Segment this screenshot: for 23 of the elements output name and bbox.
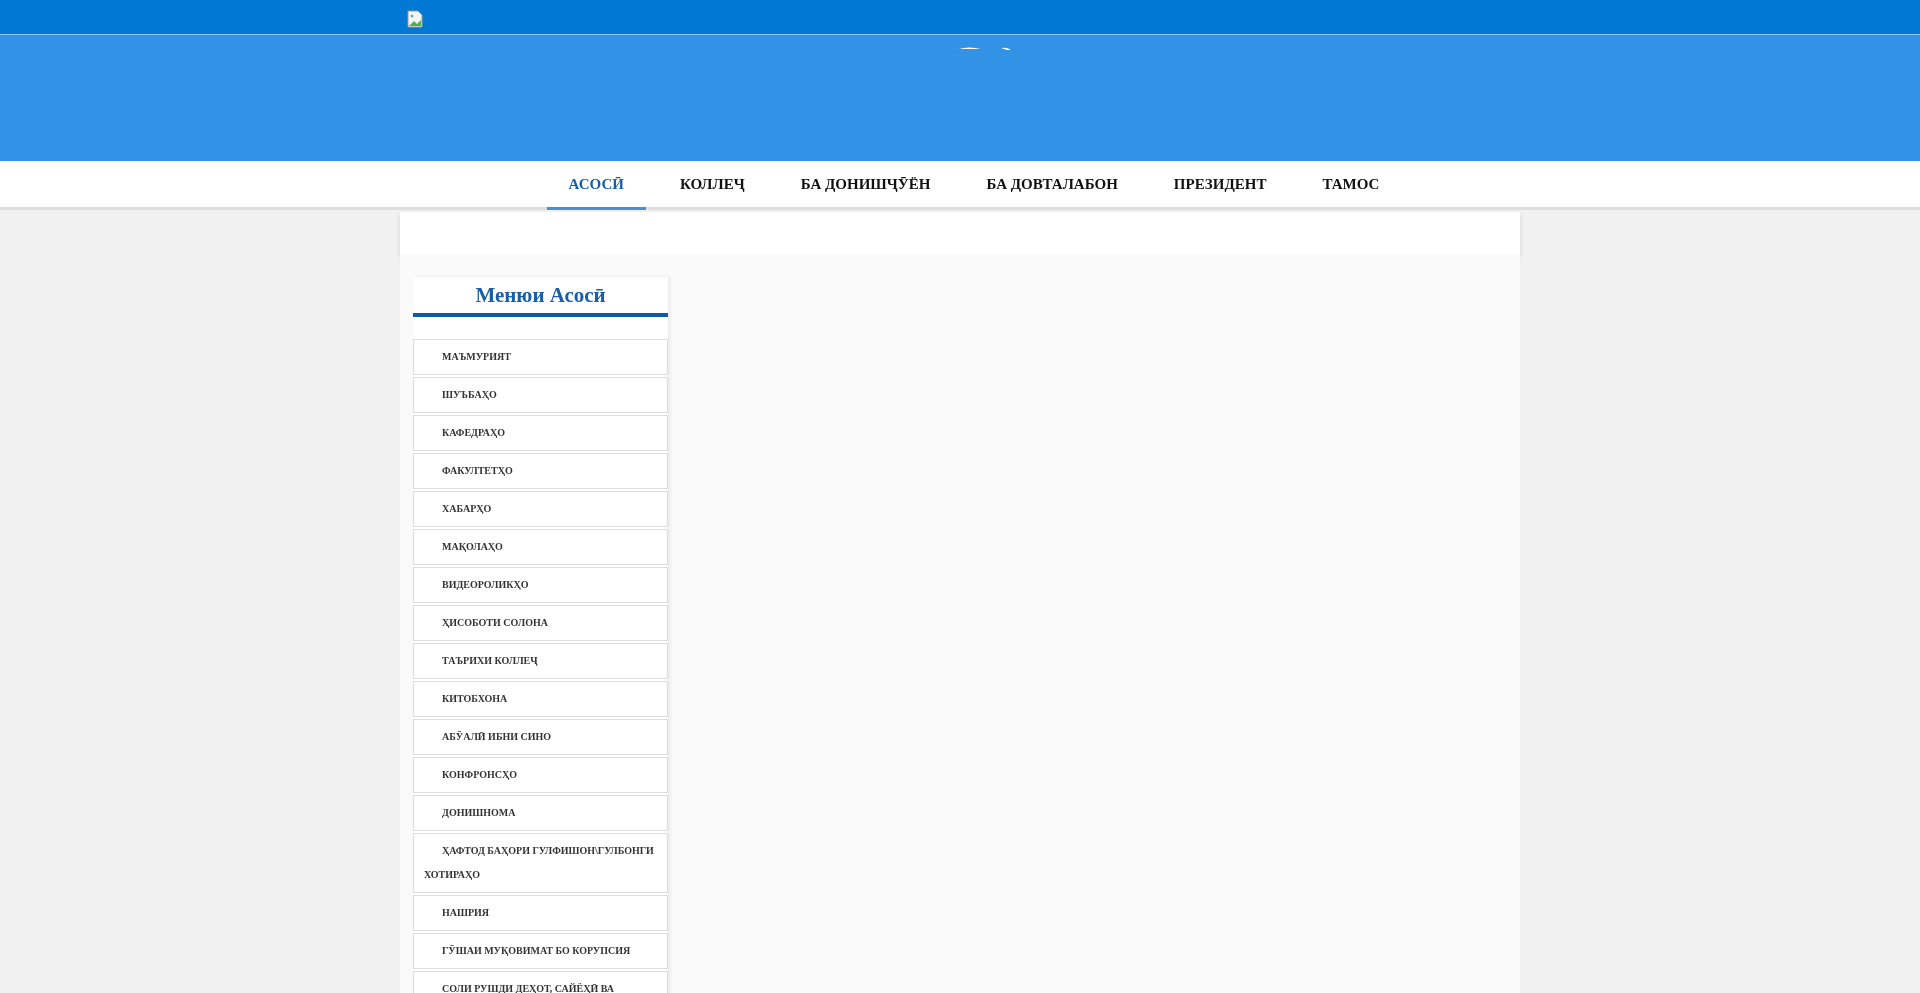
- sidebar-item[interactable]: НАШРИЯ: [413, 895, 668, 931]
- sidebar-item[interactable]: КИТОБХОНА: [413, 681, 668, 717]
- sidebar-item[interactable]: ВИДЕОРОЛИКҲО: [413, 567, 668, 603]
- sidebar-item[interactable]: МАҚОЛАҲО: [413, 529, 668, 565]
- nav-tab[interactable]: БА ДОНИШҶӮЁН: [778, 161, 953, 210]
- sidebar-item[interactable]: ДОНИШНОМА: [413, 795, 668, 831]
- sidebar-item[interactable]: ШУЪБАҲО: [413, 377, 668, 413]
- sidebar-title: Менюи Асосӣ: [413, 277, 668, 317]
- sidebar-item[interactable]: КОНФРОНСҲО: [413, 757, 668, 793]
- nav-tab[interactable]: КОЛЛЕҶ: [657, 161, 767, 210]
- broken-image-icon: [406, 10, 423, 28]
- sidebar-item[interactable]: АБӮАЛӢ ИБНИ СИНО: [413, 719, 668, 755]
- nav-tab[interactable]: ПРЕЗИДЕНТ: [1151, 161, 1289, 210]
- nav-tab[interactable]: БА ДОВТАЛАБОН: [964, 161, 1140, 210]
- sidebar-item[interactable]: ҲАФТОД БАҲОРИ ГУЛФИШОН\ГУЛБОНГИ ХОТИРАҲО: [413, 833, 668, 893]
- sidebar-item[interactable]: ГӮШАИ МУҚОВИМАТ БО КОРУПСИЯ: [413, 933, 668, 969]
- sidebar-item[interactable]: ҲИСОБОТИ СОЛОНА: [413, 605, 668, 641]
- sidebar-item[interactable]: КАФЕДРАҲО: [413, 415, 668, 451]
- sidebar-item[interactable]: ТАЪРИХИ КОЛЛЕҶ: [413, 643, 668, 679]
- sidebar-item[interactable]: ХАБАРҲО: [413, 491, 668, 527]
- nav-tab[interactable]: ТАМОС: [1300, 161, 1402, 210]
- sidebar-item[interactable]: МАЪМУРИЯТ: [413, 339, 668, 375]
- sidebar-item[interactable]: ФАКУЛТЕТҲО: [413, 453, 668, 489]
